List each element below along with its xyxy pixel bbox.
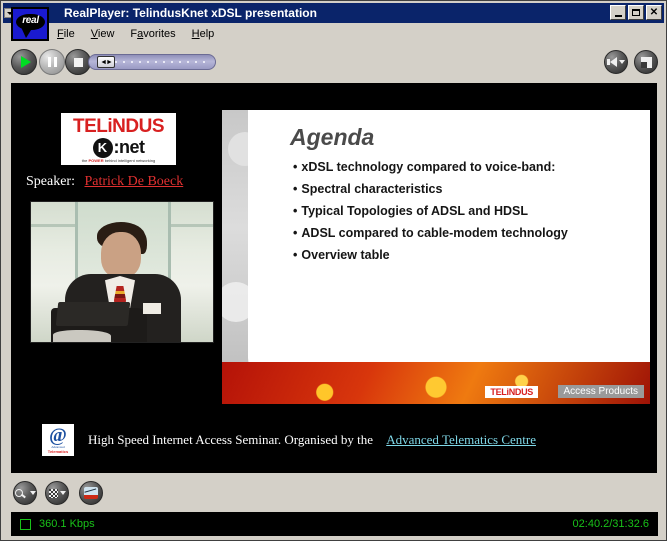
bullet-text: Spectral characteristics xyxy=(301,182,443,196)
lower-toolbar xyxy=(3,477,664,510)
window-title: RealPlayer: TelindusKnet xDSL presentati… xyxy=(64,6,317,20)
stop-icon xyxy=(73,57,83,67)
speaker-video-thumbnail[interactable] xyxy=(30,201,214,343)
banner-product: Access Products xyxy=(557,385,644,398)
close-button[interactable]: ✕ xyxy=(646,5,662,20)
bullet-icon: • xyxy=(293,160,298,174)
knet-mark: K :net xyxy=(61,137,176,158)
minimize-button[interactable] xyxy=(610,5,626,20)
list-item: • Overview table xyxy=(293,248,650,262)
atc-logo-line2: Telematics xyxy=(47,449,69,454)
status-bar: 360.1 Kbps 02:40.2/31:32.6 xyxy=(11,512,658,536)
position-slider[interactable]: ◄► xyxy=(88,54,216,70)
telindus-knet-logo: TELiNDUS K :net the POWER behind intelli… xyxy=(61,113,176,165)
time-text: 02:40.2/31:32.6 xyxy=(572,518,649,530)
bullet-icon: • xyxy=(293,182,298,196)
thumb-paper xyxy=(53,330,111,342)
knet-net-text: :net xyxy=(113,137,146,157)
bullet-text: xDSL technology compared to voice-band: xyxy=(301,160,556,174)
bullet-icon: • xyxy=(293,204,298,218)
play-button[interactable] xyxy=(11,49,37,75)
menu-item-file[interactable]: File xyxy=(49,26,83,42)
menu-item-help[interactable]: Help xyxy=(184,26,223,42)
slider-handle-arrows-icon: ◄► xyxy=(100,58,113,66)
speaker-label: Speaker: xyxy=(26,174,75,189)
playback-toolbar: ◄► xyxy=(3,45,664,79)
chevron-down-icon xyxy=(618,60,625,64)
seminar-caption: @ Advanced Telematics High Speed Interne… xyxy=(42,424,642,456)
panel-toggle-button[interactable] xyxy=(634,50,658,74)
caption-text: High Speed Internet Access Seminar. Orga… xyxy=(88,432,373,447)
bullet-icon: • xyxy=(293,226,298,240)
minimize-icon xyxy=(614,14,622,17)
bullet-icon: • xyxy=(293,248,298,262)
slider-handle[interactable]: ◄► xyxy=(97,56,115,68)
telindus-wordmark: TELiNDUS xyxy=(73,116,165,137)
realplayer-window: RealPlayer: TelindusKnet xDSL presentati… xyxy=(0,0,667,541)
speaker-icon xyxy=(606,57,625,67)
advanced-telematics-logo: @ Advanced Telematics xyxy=(42,424,74,456)
quality-button[interactable] xyxy=(45,481,69,505)
speaker-line: Speaker: Patrick De Boeck xyxy=(26,174,183,190)
bullet-text: ADSL compared to cable-modem technology xyxy=(301,226,568,240)
menu-item-view[interactable]: View xyxy=(83,26,123,42)
magnifier-icon xyxy=(14,488,28,499)
menu-bar: File View Favorites Help xyxy=(49,25,222,43)
thumb-laptop xyxy=(55,302,131,326)
menu-item-favorites[interactable]: Favorites xyxy=(122,26,183,42)
list-item: • Typical Topologies of ADSL and HDSL xyxy=(293,204,650,218)
slide-bullet-list: • xDSL technology compared to voice-band:… xyxy=(293,160,650,270)
presentation-slide: Agenda • xDSL technology compared to voic… xyxy=(222,110,650,404)
slide-footer-banner: TELiNDUS Access Products xyxy=(222,362,650,404)
thumb-speaker-head xyxy=(101,232,141,278)
slider-track-dots xyxy=(115,61,211,63)
caption-text-block: High Speed Internet Access Seminar. Orga… xyxy=(88,432,536,448)
knet-tagline: the POWER behind intelligent networking xyxy=(81,158,156,163)
stream-indicator-icon xyxy=(20,518,31,530)
maximize-button[interactable] xyxy=(628,5,644,20)
zoom-button[interactable] xyxy=(13,481,37,505)
list-item: • Spectral characteristics xyxy=(293,182,650,196)
maximize-icon xyxy=(632,9,640,16)
slide-title: Agenda xyxy=(290,124,375,150)
knet-circle-letter: K xyxy=(92,137,113,158)
volume-button[interactable] xyxy=(604,50,628,74)
caption-link[interactable]: Advanced Telematics Centre xyxy=(386,432,536,447)
checkerboard-icon xyxy=(48,488,58,498)
logo-text: real xyxy=(22,15,39,26)
close-icon: ✕ xyxy=(649,6,659,18)
statistics-button[interactable] xyxy=(79,481,103,505)
chevron-down-icon xyxy=(59,491,66,495)
realplayer-logo: real xyxy=(11,7,49,41)
speaker-name-link[interactable]: Patrick De Boeck xyxy=(84,174,183,189)
window-controls: ✕ xyxy=(610,5,662,20)
pause-icon xyxy=(47,57,57,67)
list-item: • ADSL compared to cable-modem technology xyxy=(293,226,650,240)
title-bar: RealPlayer: TelindusKnet xDSL presentati… xyxy=(3,3,664,23)
thumb-name-badge xyxy=(143,303,161,314)
video-display-area[interactable]: TELiNDUS K :net the POWER behind intelli… xyxy=(11,83,657,473)
graph-icon xyxy=(84,487,98,499)
play-icon xyxy=(20,56,31,68)
bitrate-text: 360.1 Kbps xyxy=(39,518,95,530)
banner-brand: TELiNDUS xyxy=(485,386,538,398)
bullet-text: Overview table xyxy=(301,248,390,262)
panel-icon xyxy=(640,56,652,68)
logo-tail-icon xyxy=(21,27,33,38)
list-item: • xDSL technology compared to voice-band: xyxy=(293,160,650,174)
chevron-down-icon xyxy=(29,491,36,495)
bullet-text: Typical Topologies of ADSL and HDSL xyxy=(301,204,529,218)
pause-button[interactable] xyxy=(39,49,65,75)
slide-content-panel: Agenda • xDSL technology compared to voic… xyxy=(248,110,650,376)
